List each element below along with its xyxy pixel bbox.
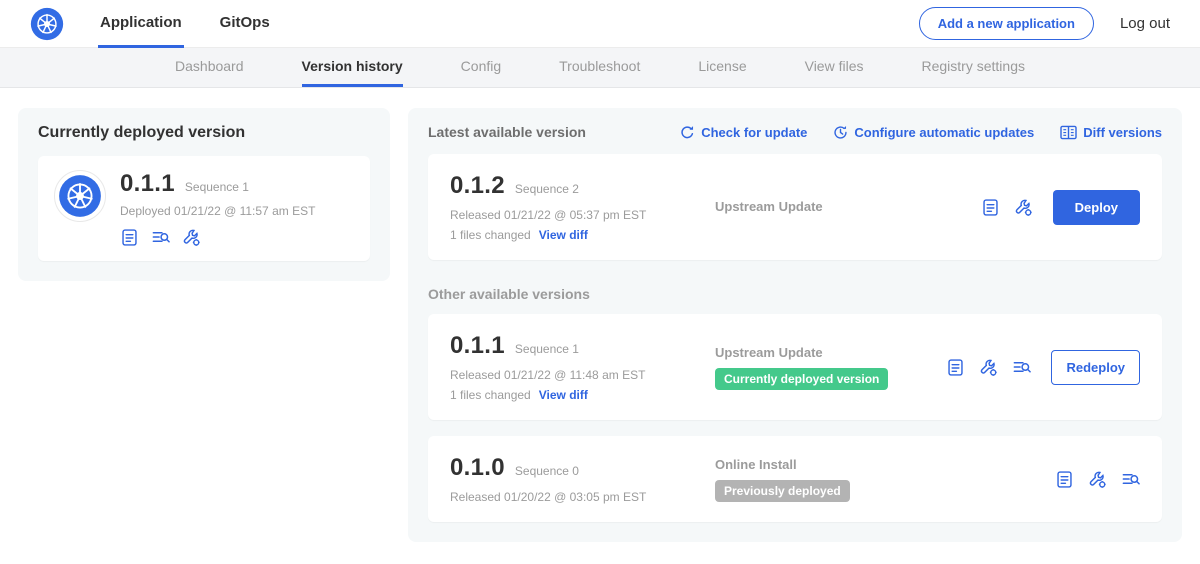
sequence-label: Sequence 2 xyxy=(515,182,579,196)
available-versions-panel: Latest available version Check for updat… xyxy=(408,108,1182,542)
preflight-logs-icon[interactable] xyxy=(151,228,170,247)
subnav-registry-settings[interactable]: Registry settings xyxy=(922,48,1025,87)
tab-application[interactable]: Application xyxy=(98,0,184,48)
version-number: 0.1.2 xyxy=(450,172,505,200)
version-number: 0.1.1 xyxy=(450,332,505,360)
main-content: Currently deployed version 0.1.1 Sequenc… xyxy=(0,88,1200,562)
release-notes-icon[interactable] xyxy=(946,358,965,377)
deploy-button[interactable]: Deploy xyxy=(1053,190,1140,225)
files-changed-label: 1 files changed xyxy=(450,228,531,242)
diff-versions-link[interactable]: Diff versions xyxy=(1060,125,1162,140)
deployed-panel-title: Currently deployed version xyxy=(38,124,370,142)
subnav-dashboard[interactable]: Dashboard xyxy=(175,48,244,87)
view-diff-link[interactable]: View diff xyxy=(539,228,588,242)
currently-deployed-panel: Currently deployed version 0.1.1 Sequenc… xyxy=(18,108,390,281)
diff-icon xyxy=(1060,125,1077,140)
sequence-label: Sequence 1 xyxy=(515,342,579,356)
subnav-license[interactable]: License xyxy=(698,48,746,87)
config-wrench-icon[interactable] xyxy=(1088,470,1107,489)
app-icon-ring xyxy=(54,170,106,222)
subnav-version-history[interactable]: Version history xyxy=(302,48,403,87)
kubernetes-app-icon xyxy=(58,174,102,218)
version-card-0-1-0: 0.1.0 Sequence 0 Released 01/20/22 @ 03:… xyxy=(428,436,1162,522)
released-timestamp: Released 01/20/22 @ 03:05 pm EST xyxy=(450,490,715,504)
app-subnav: Dashboard Version history Config Trouble… xyxy=(0,48,1200,88)
version-number: 0.1.0 xyxy=(450,454,505,482)
release-notes-icon[interactable] xyxy=(981,198,1000,217)
version-card-0-1-2: 0.1.2 Sequence 2 Released 01/21/22 @ 05:… xyxy=(428,154,1162,260)
config-wrench-icon[interactable] xyxy=(1014,198,1033,217)
version-source: Upstream Update xyxy=(715,345,946,360)
version-actions: Check for update Configure automatic upd… xyxy=(680,125,1162,140)
view-diff-link[interactable]: View diff xyxy=(539,388,588,402)
previously-deployed-badge: Previously deployed xyxy=(715,480,850,502)
top-bar: Application GitOps Add a new application… xyxy=(0,0,1200,48)
subnav-config[interactable]: Config xyxy=(461,48,501,87)
sequence-label: Sequence 0 xyxy=(515,464,579,478)
deployed-version-card: 0.1.1 Sequence 1 Deployed 01/21/22 @ 11:… xyxy=(38,156,370,261)
preflight-logs-icon[interactable] xyxy=(1121,470,1140,489)
tab-gitops[interactable]: GitOps xyxy=(218,0,272,48)
top-right-actions: Add a new application Log out xyxy=(919,7,1170,40)
deployed-version-number: 0.1.1 xyxy=(120,170,175,198)
files-changed-label: 1 files changed xyxy=(450,388,531,402)
deployed-card-actions xyxy=(120,228,315,247)
subnav-view-files[interactable]: View files xyxy=(805,48,864,87)
configure-automatic-updates-link[interactable]: Configure automatic updates xyxy=(833,125,1034,140)
released-timestamp: Released 01/21/22 @ 05:37 pm EST xyxy=(450,208,715,222)
logout-link[interactable]: Log out xyxy=(1120,15,1170,32)
redeploy-button[interactable]: Redeploy xyxy=(1051,350,1140,385)
release-notes-icon[interactable] xyxy=(120,228,139,247)
preflight-logs-icon[interactable] xyxy=(1012,358,1031,377)
version-source: Upstream Update xyxy=(715,199,823,214)
config-wrench-icon[interactable] xyxy=(979,358,998,377)
version-source: Online Install xyxy=(715,457,1055,472)
diff-versions-label: Diff versions xyxy=(1083,125,1162,140)
configure-automatic-updates-label: Configure automatic updates xyxy=(854,125,1034,140)
add-application-button[interactable]: Add a new application xyxy=(919,7,1094,40)
refresh-icon xyxy=(680,125,695,140)
release-notes-icon[interactable] xyxy=(1055,470,1074,489)
top-tabs: Application GitOps xyxy=(98,0,272,48)
kubernetes-logo-icon xyxy=(30,7,64,41)
other-versions-title: Other available versions xyxy=(428,286,1162,302)
deployed-sequence: Sequence 1 xyxy=(185,180,249,194)
released-timestamp: Released 01/21/22 @ 11:48 am EST xyxy=(450,368,715,382)
latest-available-title: Latest available version xyxy=(428,124,586,140)
currently-deployed-badge: Currently deployed version xyxy=(715,368,888,390)
check-for-update-label: Check for update xyxy=(701,125,807,140)
config-wrench-icon[interactable] xyxy=(182,228,201,247)
version-card-0-1-1: 0.1.1 Sequence 1 Released 01/21/22 @ 11:… xyxy=(428,314,1162,420)
deployed-timestamp: Deployed 01/21/22 @ 11:57 am EST xyxy=(120,204,315,218)
subnav-troubleshoot[interactable]: Troubleshoot xyxy=(559,48,640,87)
check-for-update-link[interactable]: Check for update xyxy=(680,125,807,140)
clock-update-icon xyxy=(833,125,848,140)
